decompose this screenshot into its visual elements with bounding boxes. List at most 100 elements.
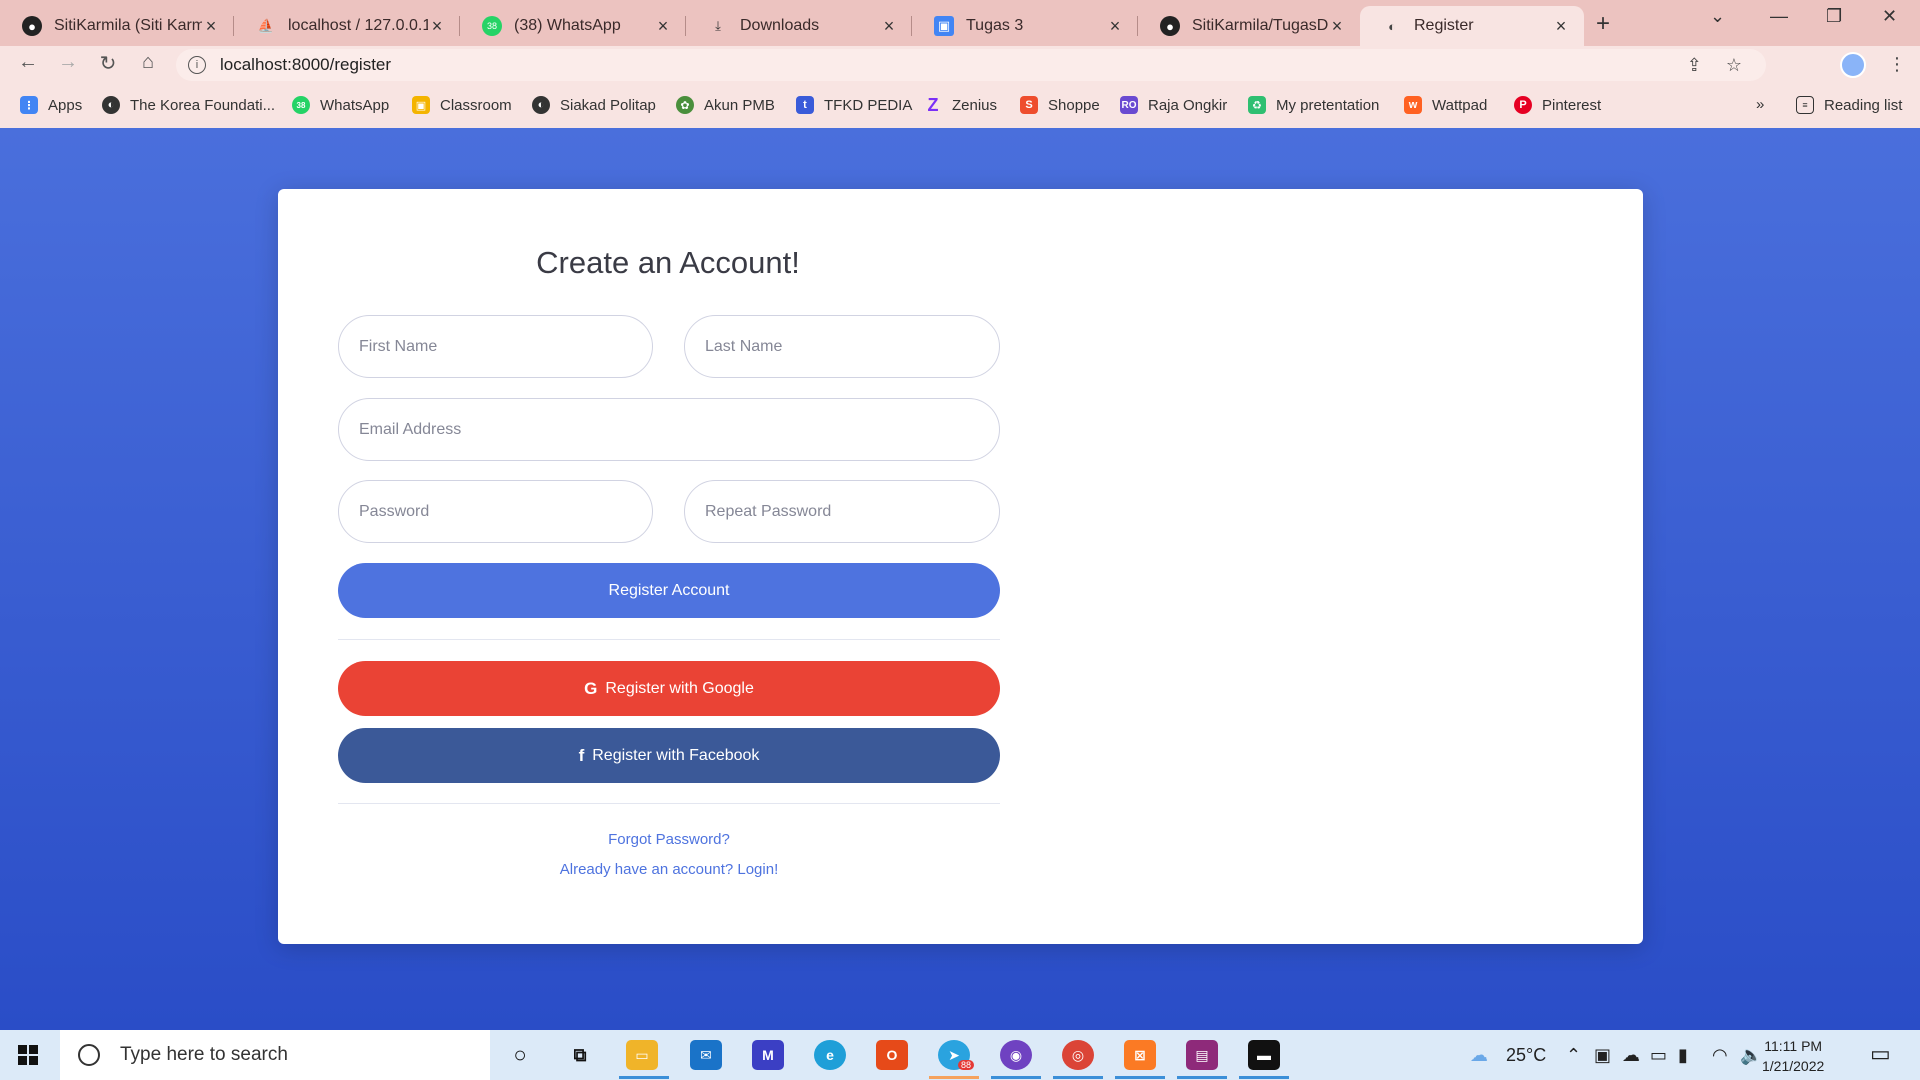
globe-icon: ◐ (1388, 18, 1396, 34)
globe-icon: ◐ (102, 96, 120, 114)
phpmyadmin-icon: ⛵ (257, 18, 275, 33)
bookmarks-overflow-chevron-icon[interactable]: » (1756, 96, 1764, 113)
weather-temp[interactable]: 25°C (1506, 1045, 1546, 1066)
onedrive-icon[interactable]: ☁ (1622, 1045, 1640, 1066)
bookmark-star-icon[interactable]: ☆ (1726, 55, 1742, 76)
tab-whatsapp[interactable]: 38 (38) WhatsApp × (460, 6, 686, 46)
divider (338, 803, 1000, 804)
tab-phpmyadmin[interactable]: ⛵ localhost / 127.0.0.1 / × (234, 6, 460, 46)
bookmark-shoppe[interactable]: S Shoppe (1020, 96, 1100, 114)
bookmark-whatsapp[interactable]: 38 WhatsApp (292, 96, 389, 114)
chevron-up-icon[interactable]: ⌃ (1566, 1045, 1581, 1066)
forward-button[interactable]: → (54, 51, 82, 74)
volume-icon[interactable]: 🔈 (1740, 1045, 1762, 1066)
chrome-icon[interactable]: ◎ (1062, 1040, 1094, 1070)
bookmark-label: Raja Ongkir (1148, 96, 1228, 114)
windows-start-icon[interactable] (18, 1045, 38, 1065)
office-icon[interactable]: O (876, 1040, 908, 1070)
tab-register[interactable]: ◐ Register × (1360, 6, 1584, 46)
close-icon[interactable]: × (1106, 16, 1124, 37)
bookmark-korea-foundation[interactable]: ◐ The Korea Foundati... (102, 96, 275, 114)
system-clock[interactable]: 11:11 PM 1/21/2022 (1762, 1036, 1824, 1076)
edge-icon[interactable]: e (814, 1040, 846, 1070)
close-icon[interactable]: × (202, 16, 220, 37)
bookmark-classroom[interactable]: ▣ Classroom (412, 96, 512, 114)
tab-search-icon[interactable]: ⌄ (1710, 6, 1725, 27)
battery-icon[interactable]: ▮ (1678, 1045, 1688, 1066)
weather-icon[interactable]: ☁ (1470, 1045, 1488, 1066)
github-desktop-icon[interactable]: ◉ (1000, 1040, 1032, 1070)
telegram-badge: 88 (958, 1060, 975, 1070)
profile-avatar[interactable] (1840, 52, 1866, 78)
bookmark-tfkd-pedia[interactable]: t TFKD PEDIA (796, 96, 912, 114)
reading-list-button[interactable]: ≡ Reading list (1796, 96, 1902, 114)
bookmark-apps[interactable]: ⋮ Apps (20, 96, 82, 114)
file-explorer-icon[interactable]: ▭ (626, 1040, 658, 1070)
close-icon[interactable]: × (428, 16, 446, 37)
close-icon[interactable]: × (1328, 16, 1346, 37)
bookmark-siakad[interactable]: ◐ Siakad Politap (532, 96, 656, 114)
tab-title: Register (1414, 17, 1474, 34)
bookmark-label: TFKD PEDIA (824, 96, 913, 114)
password-input[interactable]: Password (338, 480, 653, 543)
taskbar-search-box[interactable]: Type here to search (60, 1030, 490, 1080)
active-indicator (1239, 1076, 1289, 1079)
address-url[interactable]: localhost:8000/register (220, 55, 391, 75)
facebook-icon: f (578, 745, 585, 765)
minimize-button[interactable]: — (1770, 6, 1788, 27)
register-account-button[interactable]: Register Account (338, 563, 1000, 618)
login-link[interactable]: Already have an account? Login! (278, 861, 1060, 878)
xampp-icon[interactable]: ⊠ (1124, 1040, 1156, 1070)
notification-icon[interactable]: ▭ (1870, 1041, 1891, 1067)
close-icon[interactable]: × (654, 16, 672, 37)
tab-title: localhost / 127.0.0.1 / (288, 17, 428, 34)
reload-button[interactable]: ↻ (94, 51, 122, 76)
visual-studio-icon[interactable]: M (752, 1040, 784, 1070)
active-indicator (991, 1076, 1041, 1079)
reading-list-icon: ≡ (1796, 96, 1814, 114)
tab-downloads[interactable]: ⤓ Downloads × (686, 6, 912, 46)
close-icon[interactable]: × (1552, 16, 1570, 37)
bookmark-raja-ongkir[interactable]: RO Raja Ongkir (1120, 96, 1227, 114)
repeat-password-input[interactable]: Repeat Password (684, 480, 1000, 543)
tab-github-repo[interactable]: ● SitiKarmila/TugasDpw × (1138, 6, 1360, 46)
bookmark-zenius[interactable]: Z Zenius (924, 95, 998, 115)
menu-kebab-icon[interactable]: ⋮ (1888, 54, 1906, 75)
forgot-password-link[interactable]: Forgot Password? (278, 831, 1060, 848)
winrar-icon[interactable]: ▤ (1186, 1040, 1218, 1070)
pinterest-icon: P (1514, 96, 1532, 114)
bookmark-pinterest[interactable]: P Pinterest (1514, 96, 1601, 114)
terminal-icon[interactable]: ▬ (1248, 1040, 1280, 1070)
address-bar[interactable]: i localhost:8000/register ⇪ ☆ (176, 49, 1766, 81)
active-indicator (1115, 1076, 1165, 1079)
bookmarks-bar: ⋮ Apps ◐ The Korea Foundati... 38 WhatsApp … (0, 84, 1920, 128)
close-icon[interactable]: × (880, 16, 898, 37)
bookmark-akun-pmb[interactable]: ✿ Akun PMB (676, 96, 775, 114)
task-view-icon[interactable]: ⧉ (564, 1040, 596, 1070)
tab-tugas3[interactable]: ▣ Tugas 3 × (912, 6, 1138, 46)
meet-now-icon[interactable]: ▣ (1594, 1045, 1611, 1066)
register-google-button[interactable]: G Register with Google (338, 661, 1000, 716)
email-input[interactable]: Email Address (338, 398, 1000, 461)
info-icon[interactable]: i (188, 56, 206, 74)
display-icon[interactable]: ▭ (1650, 1045, 1667, 1066)
last-name-input[interactable]: Last Name (684, 315, 1000, 378)
bookmark-my-pretentation[interactable]: ♻ My pretentation (1248, 96, 1379, 114)
shopee-bag-icon: S (1020, 96, 1038, 114)
register-facebook-button[interactable]: f Register with Facebook (338, 728, 1000, 783)
bookmark-label: The Korea Foundati... (130, 96, 276, 114)
bookmark-wattpad[interactable]: w Wattpad (1404, 96, 1487, 114)
close-window-button[interactable]: ✕ (1882, 6, 1897, 27)
new-tab-button[interactable]: + (1596, 10, 1610, 38)
home-button[interactable]: ⌂ (134, 51, 162, 74)
share-icon[interactable]: ⇪ (1687, 55, 1702, 76)
restore-button[interactable]: ❐ (1826, 6, 1842, 27)
cortana-icon[interactable]: ○ (504, 1040, 536, 1070)
mail-icon[interactable]: ✉ (690, 1040, 722, 1070)
search-placeholder: Type here to search (120, 1044, 288, 1065)
wifi-icon[interactable]: ◠ (1712, 1045, 1728, 1066)
tab-github-profile[interactable]: ● SitiKarmila (Siti Karmil × (0, 6, 234, 46)
tab-title: SitiKarmila/TugasDpw (1192, 17, 1328, 34)
back-button[interactable]: ← (14, 51, 42, 74)
first-name-input[interactable]: First Name (338, 315, 653, 378)
